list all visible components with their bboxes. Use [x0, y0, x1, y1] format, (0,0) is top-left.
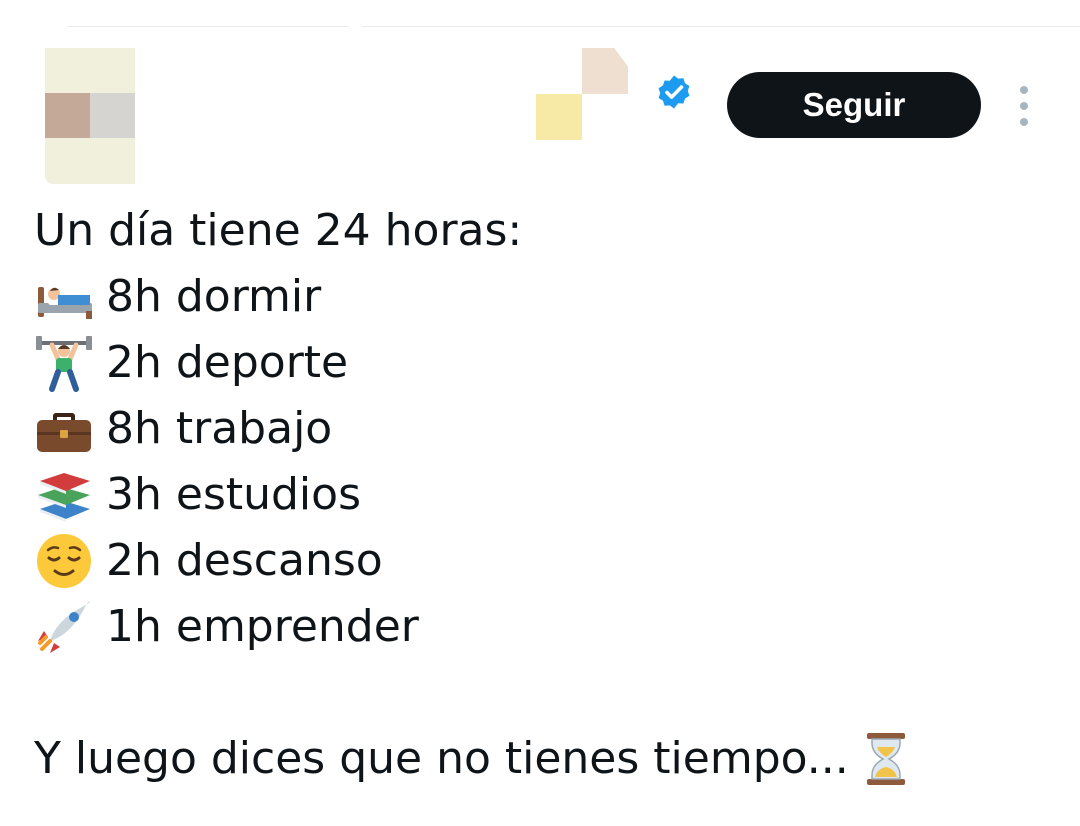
- schedule-item-label: 3h estudios: [106, 469, 361, 520]
- schedule-item-label: 2h descanso: [106, 535, 383, 586]
- schedule-item: 1h emprender: [34, 594, 1060, 660]
- tweet-text: Un día tiene 24 horas: 8h dormir 2h depo…: [34, 198, 1060, 792]
- author-name-redacted[interactable]: [536, 48, 628, 140]
- schedule-item: 2h deporte: [34, 330, 1060, 396]
- follow-button[interactable]: Seguir: [727, 72, 981, 138]
- verified-badge-icon: [656, 74, 692, 110]
- relieved-face-icon: [34, 531, 94, 591]
- tweet-view: Seguir Un día tiene 24 horas: 8h dormir: [0, 0, 1080, 826]
- top-divider: [362, 26, 1080, 27]
- schedule-item-label: 1h emprender: [106, 601, 419, 652]
- avatar[interactable]: [45, 48, 135, 184]
- hourglass-icon: [863, 731, 909, 787]
- schedule-item: 8h trabajo: [34, 396, 1060, 462]
- top-divider: [68, 26, 348, 27]
- schedule-item: 3h estudios: [34, 462, 1060, 528]
- tweet-closing: Y luego dices que no tienes tiempo...: [34, 726, 1060, 792]
- schedule-item-label: 2h deporte: [106, 337, 349, 388]
- closing-text: Y luego dices que no tienes tiempo...: [34, 733, 849, 784]
- sleeping-bed-icon: [34, 267, 94, 327]
- schedule-item: 8h dormir: [34, 264, 1060, 330]
- schedule-item-label: 8h trabajo: [106, 403, 333, 454]
- weightlifter-icon: [34, 333, 94, 393]
- tweet-intro: Un día tiene 24 horas:: [34, 205, 523, 256]
- briefcase-icon: [34, 399, 94, 459]
- schedule-item: 2h descanso: [34, 528, 1060, 594]
- books-icon: [34, 465, 94, 525]
- more-options-icon[interactable]: [1012, 86, 1036, 126]
- schedule-item-label: 8h dormir: [106, 271, 322, 322]
- paragraph-break: [34, 660, 1060, 726]
- rocket-icon: [34, 597, 94, 657]
